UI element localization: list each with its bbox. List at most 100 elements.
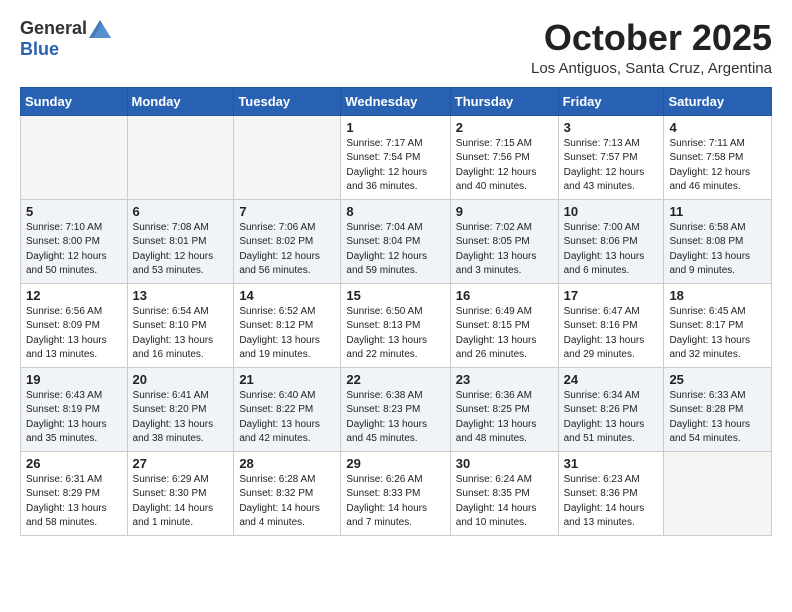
title-block: October 2025 Los Antiguos, Santa Cruz, A…: [531, 18, 772, 77]
day-number: 31: [564, 456, 659, 471]
day-info: Sunrise: 6:58 AM Sunset: 8:08 PM Dayligh…: [669, 221, 766, 279]
day-number: 5: [26, 204, 122, 219]
day-info: Sunrise: 7:06 AM Sunset: 8:02 PM Dayligh…: [239, 221, 335, 279]
day-number: 4: [669, 120, 766, 135]
calendar-week-4: 19 Sunrise: 6:43 AM Sunset: 8:19 PM Dayli…: [21, 367, 772, 451]
header: General Blue October 2025 Los Antiguos, …: [20, 18, 772, 77]
table-cell: 21 Sunrise: 6:40 AM Sunset: 8:22 PM Dayli…: [234, 367, 341, 451]
table-cell: [21, 115, 128, 199]
calendar-week-2: 5 Sunrise: 7:10 AM Sunset: 8:00 PM Daylig…: [21, 199, 772, 283]
col-thursday: Thursday: [450, 87, 558, 115]
table-cell: 9 Sunrise: 7:02 AM Sunset: 8:05 PM Daylig…: [450, 199, 558, 283]
day-number: 6: [133, 204, 229, 219]
day-number: 27: [133, 456, 229, 471]
table-cell: [664, 451, 772, 535]
day-number: 10: [564, 204, 659, 219]
table-cell: 24 Sunrise: 6:34 AM Sunset: 8:26 PM Dayli…: [558, 367, 664, 451]
table-cell: 28 Sunrise: 6:28 AM Sunset: 8:32 PM Dayli…: [234, 451, 341, 535]
day-info: Sunrise: 7:11 AM Sunset: 7:58 PM Dayligh…: [669, 137, 766, 195]
day-info: Sunrise: 6:40 AM Sunset: 8:22 PM Dayligh…: [239, 389, 335, 447]
calendar-week-5: 26Sunrise: 6:31 AM Sunset: 8:29 PM Dayli…: [21, 451, 772, 535]
day-number: 8: [346, 204, 444, 219]
table-cell: 23 Sunrise: 6:36 AM Sunset: 8:25 PM Dayli…: [450, 367, 558, 451]
day-info: Sunrise: 6:52 AM Sunset: 8:12 PM Dayligh…: [239, 305, 335, 363]
day-info: Sunrise: 6:33 AM Sunset: 8:28 PM Dayligh…: [669, 389, 766, 447]
day-info: Sunrise: 6:45 AM Sunset: 8:17 PM Dayligh…: [669, 305, 766, 363]
day-number: 26: [26, 456, 122, 471]
col-saturday: Saturday: [664, 87, 772, 115]
day-info: Sunrise: 6:28 AM Sunset: 8:32 PM Dayligh…: [239, 473, 335, 531]
day-number: 19: [26, 372, 122, 387]
table-cell: 29 Sunrise: 6:26 AM Sunset: 8:33 PM Dayli…: [341, 451, 450, 535]
day-info: Sunrise: 6:56 AM Sunset: 8:09 PM Dayligh…: [26, 305, 122, 363]
table-cell: 14 Sunrise: 6:52 AM Sunset: 8:12 PM Dayli…: [234, 283, 341, 367]
page: General Blue October 2025 Los Antiguos, …: [0, 0, 792, 554]
day-number: 24: [564, 372, 659, 387]
day-number: 29: [346, 456, 444, 471]
day-info: Sunrise: 6:26 AM Sunset: 8:33 PM Dayligh…: [346, 473, 444, 531]
col-tuesday: Tuesday: [234, 87, 341, 115]
day-number: 20: [133, 372, 229, 387]
table-cell: 17 Sunrise: 6:47 AM Sunset: 8:16 PM Dayli…: [558, 283, 664, 367]
day-info: Sunrise: 7:08 AM Sunset: 8:01 PM Dayligh…: [133, 221, 229, 279]
calendar-week-1: 1 Sunrise: 7:17 AM Sunset: 7:54 PM Daylig…: [21, 115, 772, 199]
table-cell: 1 Sunrise: 7:17 AM Sunset: 7:54 PM Daylig…: [341, 115, 450, 199]
day-number: 12: [26, 288, 122, 303]
day-info: Sunrise: 6:54 AM Sunset: 8:10 PM Dayligh…: [133, 305, 229, 363]
table-cell: 30 Sunrise: 6:24 AM Sunset: 8:35 PM Dayli…: [450, 451, 558, 535]
day-number: 16: [456, 288, 553, 303]
table-cell: 26Sunrise: 6:31 AM Sunset: 8:29 PM Dayli…: [21, 451, 128, 535]
table-cell: 6 Sunrise: 7:08 AM Sunset: 8:01 PM Daylig…: [127, 199, 234, 283]
logo-icon: [89, 20, 111, 38]
logo-general-text: General: [20, 18, 87, 39]
day-info: Sunrise: 6:24 AM Sunset: 8:35 PM Dayligh…: [456, 473, 553, 531]
table-cell: 19 Sunrise: 6:43 AM Sunset: 8:19 PM Dayli…: [21, 367, 128, 451]
logo: General Blue: [20, 18, 111, 60]
table-cell: 12 Sunrise: 6:56 AM Sunset: 8:09 PM Dayli…: [21, 283, 128, 367]
day-number: 17: [564, 288, 659, 303]
col-sunday: Sunday: [21, 87, 128, 115]
day-info: Sunrise: 7:10 AM Sunset: 8:00 PM Dayligh…: [26, 221, 122, 279]
table-cell: 18 Sunrise: 6:45 AM Sunset: 8:17 PM Dayli…: [664, 283, 772, 367]
day-info: Sunrise: 6:50 AM Sunset: 8:13 PM Dayligh…: [346, 305, 444, 363]
location-subtitle: Los Antiguos, Santa Cruz, Argentina: [531, 60, 772, 77]
day-number: 18: [669, 288, 766, 303]
calendar-table: Sunday Monday Tuesday Wednesday Thursday…: [20, 87, 772, 536]
day-info: Sunrise: 6:36 AM Sunset: 8:25 PM Dayligh…: [456, 389, 553, 447]
table-cell: [234, 115, 341, 199]
day-info: Sunrise: 6:29 AM Sunset: 8:30 PM Dayligh…: [133, 473, 229, 531]
day-number: 1: [346, 120, 444, 135]
col-monday: Monday: [127, 87, 234, 115]
table-cell: 25Sunrise: 6:33 AM Sunset: 8:28 PM Dayli…: [664, 367, 772, 451]
day-number: 30: [456, 456, 553, 471]
day-info: Sunrise: 7:17 AM Sunset: 7:54 PM Dayligh…: [346, 137, 444, 195]
calendar-week-3: 12 Sunrise: 6:56 AM Sunset: 8:09 PM Dayli…: [21, 283, 772, 367]
table-cell: 22 Sunrise: 6:38 AM Sunset: 8:23 PM Dayli…: [341, 367, 450, 451]
day-info: Sunrise: 6:49 AM Sunset: 8:15 PM Dayligh…: [456, 305, 553, 363]
day-number: 22: [346, 372, 444, 387]
day-number: 13: [133, 288, 229, 303]
table-cell: [127, 115, 234, 199]
day-number: 23: [456, 372, 553, 387]
table-cell: 31 Sunrise: 6:23 AM Sunset: 8:36 PM Dayli…: [558, 451, 664, 535]
day-info: Sunrise: 6:47 AM Sunset: 8:16 PM Dayligh…: [564, 305, 659, 363]
day-number: 14: [239, 288, 335, 303]
month-title: October 2025: [531, 18, 772, 58]
table-cell: 8 Sunrise: 7:04 AM Sunset: 8:04 PM Daylig…: [341, 199, 450, 283]
col-friday: Friday: [558, 87, 664, 115]
day-info: Sunrise: 7:02 AM Sunset: 8:05 PM Dayligh…: [456, 221, 553, 279]
table-cell: 20Sunrise: 6:41 AM Sunset: 8:20 PM Dayli…: [127, 367, 234, 451]
day-info: Sunrise: 6:34 AM Sunset: 8:26 PM Dayligh…: [564, 389, 659, 447]
day-info: Sunrise: 6:23 AM Sunset: 8:36 PM Dayligh…: [564, 473, 659, 531]
day-info: Sunrise: 6:43 AM Sunset: 8:19 PM Dayligh…: [26, 389, 122, 447]
day-info: Sunrise: 7:15 AM Sunset: 7:56 PM Dayligh…: [456, 137, 553, 195]
col-wednesday: Wednesday: [341, 87, 450, 115]
day-info: Sunrise: 6:38 AM Sunset: 8:23 PM Dayligh…: [346, 389, 444, 447]
day-number: 21: [239, 372, 335, 387]
day-number: 7: [239, 204, 335, 219]
day-number: 9: [456, 204, 553, 219]
day-info: Sunrise: 7:00 AM Sunset: 8:06 PM Dayligh…: [564, 221, 659, 279]
table-cell: 3Sunrise: 7:13 AM Sunset: 7:57 PM Daylig…: [558, 115, 664, 199]
day-number: 28: [239, 456, 335, 471]
day-info: Sunrise: 7:04 AM Sunset: 8:04 PM Dayligh…: [346, 221, 444, 279]
